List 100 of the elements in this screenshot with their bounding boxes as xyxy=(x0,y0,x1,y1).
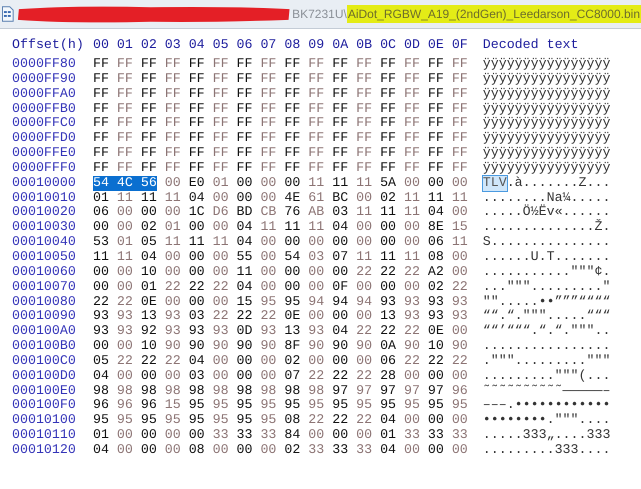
hex-byte[interactable]: 00 xyxy=(140,205,157,220)
hex-byte[interactable]: 00 xyxy=(332,309,348,324)
hex-byte[interactable]: FF xyxy=(236,160,252,176)
hex-byte[interactable]: 00 xyxy=(116,339,133,354)
hex-byte[interactable]: FF xyxy=(116,86,133,102)
hex-byte[interactable]: FF xyxy=(284,86,300,102)
hex-byte[interactable]: 02 xyxy=(380,190,396,206)
hex-byte[interactable]: 22 xyxy=(164,354,181,369)
hex-byte[interactable]: 11 xyxy=(308,176,324,191)
hex-byte[interactable]: 00 xyxy=(356,428,372,443)
hex-byte[interactable]: FF xyxy=(212,116,229,132)
hex-byte[interactable]: FF xyxy=(212,57,229,72)
hex-byte[interactable]: 00 xyxy=(404,413,420,428)
hex-byte[interactable]: 95 xyxy=(452,398,468,414)
hex-byte[interactable]: 11 xyxy=(380,205,396,220)
hex-byte[interactable]: FF xyxy=(164,102,181,116)
hex-byte[interactable]: 11 xyxy=(380,250,396,265)
hex-byte[interactable]: 22 xyxy=(188,280,205,294)
hex-byte[interactable]: 22 xyxy=(116,354,133,369)
hex-byte[interactable]: FF xyxy=(428,160,444,176)
hex-byte[interactable]: 22 xyxy=(93,294,109,310)
hex-byte[interactable]: FF xyxy=(116,72,133,87)
hex-byte[interactable]: 0A xyxy=(380,339,396,354)
hex-byte[interactable]: 11 xyxy=(284,220,300,236)
hex-byte[interactable]: 00 xyxy=(116,428,133,443)
hex-byte[interactable]: 33 xyxy=(236,428,252,443)
hex-byte[interactable]: 07 xyxy=(332,250,348,265)
hex-byte[interactable]: 00 xyxy=(452,264,468,280)
hex-byte[interactable]: FF xyxy=(452,116,468,132)
hex-byte[interactable]: FF xyxy=(140,131,157,146)
hex-byte[interactable]: 00 xyxy=(236,190,252,206)
hex-byte[interactable]: FF xyxy=(212,86,229,102)
hex-byte[interactable]: 04 xyxy=(236,220,252,236)
hex-byte[interactable]: FF xyxy=(428,86,444,102)
hex-byte[interactable]: FF xyxy=(260,131,276,146)
hex-byte[interactable]: 98 xyxy=(116,384,133,398)
hex-byte[interactable]: 95 xyxy=(428,398,444,414)
hex-byte[interactable]: 11 xyxy=(452,190,468,206)
hex-byte[interactable]: 00 xyxy=(164,428,181,443)
hex-byte[interactable]: 96 xyxy=(452,384,468,398)
hex-byte[interactable]: FF xyxy=(428,72,444,87)
hex-byte[interactable]: 01 xyxy=(93,428,109,443)
hex-byte[interactable]: 22 xyxy=(452,280,468,294)
hex-byte[interactable]: 95 xyxy=(260,294,276,310)
hex-byte[interactable]: 11 xyxy=(164,190,181,206)
hex-byte[interactable]: FF xyxy=(260,160,276,176)
hex-byte[interactable]: FF xyxy=(260,146,276,161)
hex-byte[interactable]: 11 xyxy=(356,205,372,220)
hex-byte[interactable]: 93 xyxy=(428,309,444,324)
hex-byte[interactable]: 00 xyxy=(116,442,133,458)
hex-byte[interactable]: 02 xyxy=(284,442,300,458)
hex-byte[interactable]: 00 xyxy=(188,264,205,280)
hex-byte[interactable]: 04 xyxy=(332,220,348,236)
hex-byte[interactable]: 00 xyxy=(212,442,229,458)
hex-byte[interactable]: 04 xyxy=(332,324,348,340)
hex-byte[interactable]: FF xyxy=(428,146,444,161)
hex-byte[interactable]: FF xyxy=(140,160,157,176)
hex-byte[interactable]: FF xyxy=(212,131,229,146)
hex-byte[interactable]: 98 xyxy=(93,384,109,398)
hex-byte[interactable]: FF xyxy=(332,57,348,72)
hex-byte[interactable]: 04 xyxy=(93,368,109,384)
hex-byte[interactable]: 00 xyxy=(356,309,372,324)
hex-byte[interactable]: FF xyxy=(404,72,420,87)
hex-byte[interactable]: FF xyxy=(116,57,133,72)
hex-byte[interactable]: 00 xyxy=(356,190,372,206)
hex-byte[interactable]: 90 xyxy=(212,339,229,354)
hex-byte[interactable]: 95 xyxy=(188,398,205,414)
hex-byte[interactable]: 33 xyxy=(308,442,324,458)
hex-byte[interactable]: 00 xyxy=(284,176,300,191)
hex-byte[interactable]: 01 xyxy=(93,190,109,206)
hex-byte[interactable]: 11 xyxy=(164,235,181,250)
hex-byte[interactable]: 11 xyxy=(236,264,252,280)
hex-byte[interactable]: 00 xyxy=(93,220,109,236)
hex-byte[interactable]: 00 xyxy=(188,294,205,310)
hex-byte[interactable]: FF xyxy=(404,160,420,176)
hex-byte[interactable]: 90 xyxy=(236,339,252,354)
hex-byte[interactable]: 11 xyxy=(93,250,109,265)
hex-byte[interactable]: 05 xyxy=(93,354,109,369)
hex-byte[interactable]: 00 xyxy=(356,280,372,294)
hex-byte[interactable]: FF xyxy=(93,116,109,132)
hex-byte[interactable]: FF xyxy=(93,72,109,87)
hex-byte[interactable]: 00 xyxy=(93,280,109,294)
hex-byte[interactable]: FF xyxy=(428,131,444,146)
hex-byte[interactable]: 15 xyxy=(164,398,181,414)
hex-byte[interactable]: 00 xyxy=(308,428,324,443)
hex-byte[interactable]: FF xyxy=(404,146,420,161)
hex-byte[interactable]: FF xyxy=(164,131,181,146)
hex-byte[interactable]: 11 xyxy=(116,250,133,265)
hex-byte[interactable]: 00 xyxy=(404,368,420,384)
hex-byte[interactable]: 95 xyxy=(93,413,109,428)
hex-byte[interactable]: 00 xyxy=(164,250,181,265)
hex-byte[interactable]: 11 xyxy=(188,235,205,250)
hex-byte[interactable]: FF xyxy=(140,57,157,72)
hex-byte[interactable]: 04 xyxy=(380,413,396,428)
hex-byte[interactable]: 33 xyxy=(356,442,372,458)
hex-byte[interactable]: 10 xyxy=(140,339,157,354)
hex-byte[interactable]: FF xyxy=(188,131,205,146)
hex-byte[interactable]: 00 xyxy=(284,280,300,294)
hex-byte[interactable]: FF xyxy=(164,72,181,87)
hex-byte[interactable]: 95 xyxy=(188,413,205,428)
